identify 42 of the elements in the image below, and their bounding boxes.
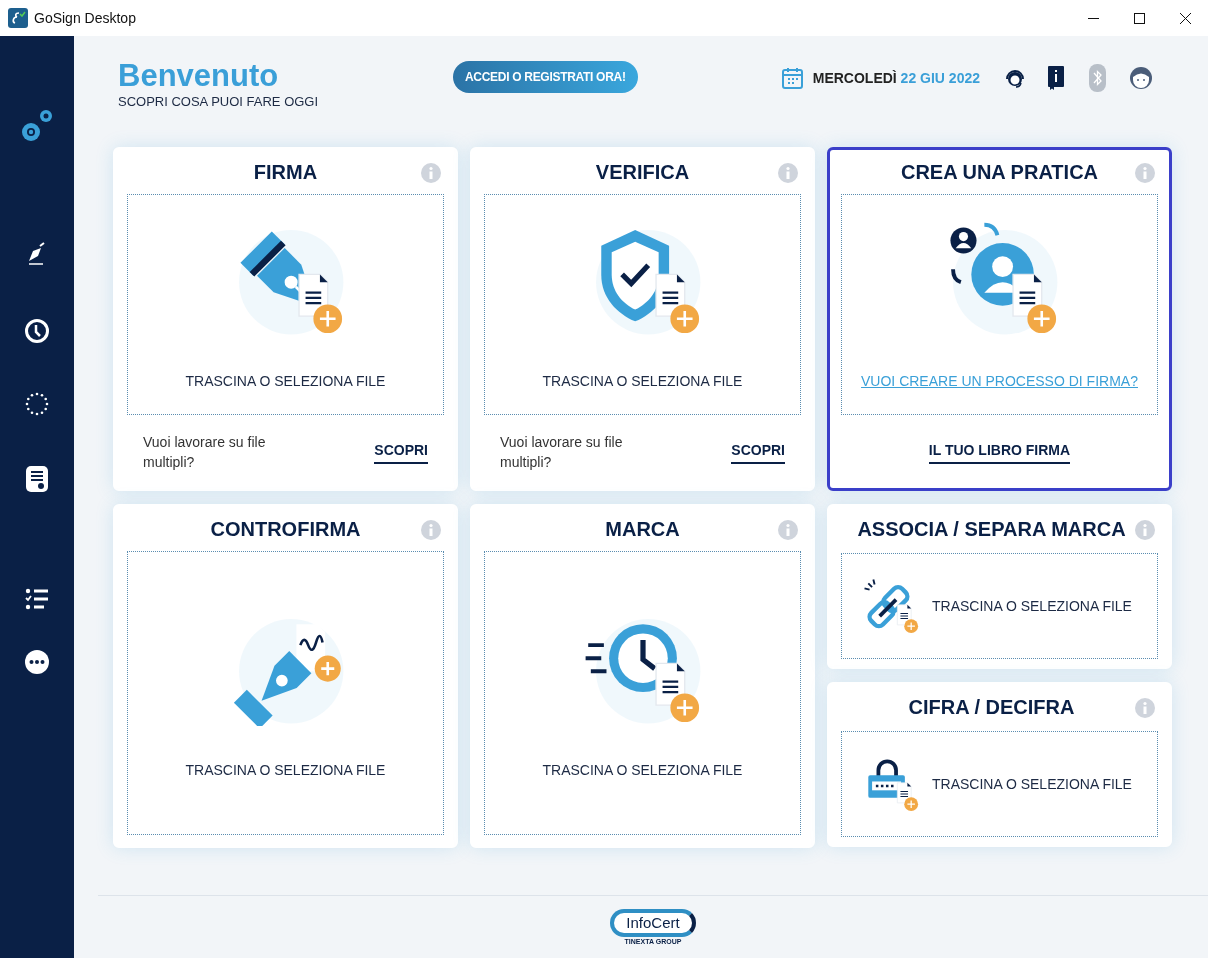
welcome-title: Benvenuto [118, 58, 280, 94]
login-button[interactable]: ACCEDI O REGISTRATI ORA! [453, 61, 638, 93]
chain-link-document-drawing [862, 577, 920, 635]
drop-zone[interactable]: TRASCINA O SELEZIONA FILE [127, 551, 444, 835]
welcome-subtitle: SCOPRI COSA PUOI FARE OGGI [118, 94, 320, 110]
certificate-icon[interactable] [26, 466, 48, 492]
card-title: VERIFICA [595, 160, 690, 185]
maximize-icon [1133, 12, 1145, 24]
multi-file-prompt: Vuoi lavorare su file multipli? [143, 432, 267, 472]
footer-link[interactable]: SCOPRI [374, 439, 428, 464]
multi-file-prompt: Vuoi lavorare su file multipli? [500, 432, 624, 472]
calendar-icon [781, 67, 803, 89]
close-icon [1179, 12, 1191, 24]
drop-zone[interactable]: TRASCINA O SELEZIONA FILE [127, 194, 444, 415]
checklist-icon[interactable] [25, 588, 49, 610]
window-title: GoSign Desktop [34, 8, 136, 28]
footer-link[interactable]: IL TUO LIBRO FIRMA [928, 439, 1071, 464]
drop-zone[interactable]: TRASCINA O SELEZIONA FILE [484, 551, 801, 835]
company-logo: InfoCert [610, 909, 696, 937]
clock-icon[interactable] [24, 318, 50, 344]
drop-instruction: TRASCINA O SELEZIONA FILE [185, 760, 386, 780]
card-title: CIFRA / DECIFRA [908, 695, 1076, 720]
drop-instruction: TRASCINA O SELEZIONA FILE [932, 774, 1132, 794]
app-logo-icon [8, 8, 28, 28]
card-title: CONTROFIRMA [210, 517, 361, 542]
more-icon[interactable] [25, 650, 49, 674]
drop-instruction: TRASCINA O SELEZIONA FILE [542, 372, 743, 391]
card-title: ASSOCIA / SEPARA MARCA [857, 517, 1127, 542]
stars-circle-icon[interactable] [25, 392, 49, 416]
info-book-icon[interactable] [1048, 66, 1064, 90]
card-title: MARCA [605, 517, 680, 542]
card-title: CREA UNA PRATICA [901, 160, 1098, 185]
drop-instruction: TRASCINA O SELEZIONA FILE [542, 760, 743, 780]
drop-instruction: TRASCINA O SELEZIONA FILE [185, 372, 386, 391]
card-title: FIRMA [253, 160, 318, 185]
footer-link[interactable]: SCOPRI [731, 439, 785, 464]
drop-instruction: TRASCINA O SELEZIONA FILE [932, 596, 1132, 616]
drop-zone[interactable]: TRASCINA O SELEZIONA FILE [484, 194, 801, 415]
current-date: MERCOLEDÌ 22 GIU 2022 [812, 68, 980, 88]
drop-zone[interactable]: TRASCINA O SELEZIONA FILE [841, 731, 1158, 837]
drop-zone[interactable]: TRASCINA O SELEZIONA FILE [841, 553, 1158, 659]
user-avatar-icon[interactable] [1130, 67, 1152, 89]
